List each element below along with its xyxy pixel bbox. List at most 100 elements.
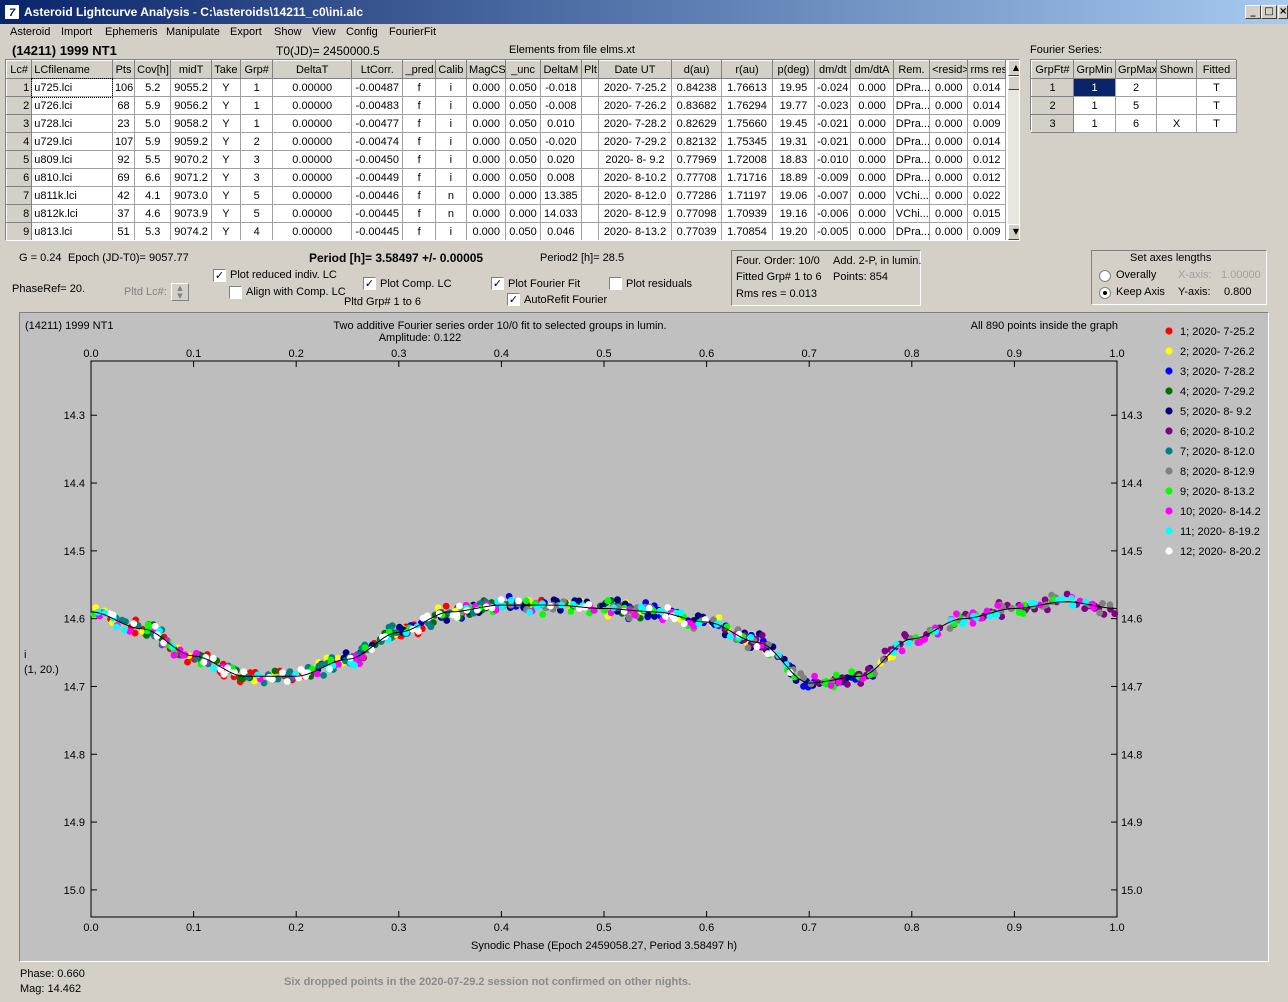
table-cell[interactable]: u812k.lci <box>31 204 113 223</box>
table-cell[interactable]: 0.050 <box>505 168 541 187</box>
table-cell[interactable]: 2020- 7-26.2 <box>598 96 672 115</box>
lightcurve-table-scrollbar[interactable]: ▲ ▼ <box>1008 60 1019 240</box>
table-cell[interactable]: 1 <box>6 78 33 97</box>
table-cell[interactable]: -0.00446 <box>351 186 404 205</box>
table-cell[interactable]: 0.000 <box>466 186 507 205</box>
table-cell[interactable]: VChi... <box>892 186 931 205</box>
table-cell[interactable]: T <box>1196 96 1237 115</box>
table-cell[interactable]: 0.00000 <box>272 114 353 133</box>
table-cell[interactable]: f <box>402 222 436 240</box>
menu-view[interactable]: View <box>312 26 336 38</box>
table-cell[interactable]: DPra... <box>892 132 931 151</box>
table-cell[interactable]: -0.007 <box>814 186 852 205</box>
table-cell[interactable]: 5 <box>6 150 33 169</box>
lc-column-header[interactable]: _unc <box>505 60 541 79</box>
table-cell[interactable] <box>581 168 600 187</box>
table-row[interactable]: 8 u812k.lci 37 4.6 9073.9 Y 5 0.00000 -0.00445 f n… <box>6 204 1006 223</box>
table-cell[interactable]: 19.06 <box>771 186 816 205</box>
table-cell[interactable]: 8 <box>6 204 33 223</box>
table-cell[interactable]: 0.82629 <box>670 114 723 133</box>
table-cell[interactable]: 2020- 8-12.0 <box>598 186 672 205</box>
table-cell[interactable]: 19.77 <box>771 96 816 115</box>
table-cell[interactable]: 0.000 <box>929 114 969 133</box>
table-cell[interactable]: 2 <box>1115 78 1157 97</box>
table-cell[interactable]: 19.95 <box>771 78 816 97</box>
fourier-series-table[interactable]: GrpFt# GrpMin GrpMax Shown Fitted 112T215T31… <box>1030 59 1237 133</box>
align-comp-checkbox[interactable] <box>229 286 242 299</box>
lc-column-header[interactable]: Date UT <box>598 60 672 79</box>
table-row[interactable]: 316XT <box>1031 114 1237 133</box>
table-cell[interactable]: 4.1 <box>134 186 172 205</box>
fourier-column-header[interactable]: Fitted <box>1196 60 1237 79</box>
table-cell[interactable]: 3 <box>1031 114 1074 133</box>
table-cell[interactable]: 0.000 <box>466 114 507 133</box>
table-cell[interactable] <box>1156 78 1197 97</box>
table-cell[interactable]: u813.lci <box>31 222 113 240</box>
table-cell[interactable]: 0.000 <box>929 222 969 240</box>
table-cell[interactable]: 1 <box>1073 96 1116 115</box>
table-cell[interactable]: 0.00000 <box>272 222 353 240</box>
table-cell[interactable]: 0.000 <box>929 132 969 151</box>
keep-axis-radio[interactable] <box>1099 287 1111 299</box>
table-cell[interactable]: -0.020 <box>539 132 583 151</box>
table-cell[interactable] <box>581 114 600 133</box>
table-cell[interactable] <box>581 96 600 115</box>
table-cell[interactable] <box>581 150 600 169</box>
table-cell[interactable]: VChi... <box>892 204 931 223</box>
plot-reduced-checkbox[interactable]: ✓ <box>213 269 226 282</box>
table-cell[interactable]: 0.000 <box>466 132 507 151</box>
table-cell[interactable]: 0.009 <box>967 114 1006 133</box>
table-cell[interactable]: 0.046 <box>539 222 583 240</box>
table-cell[interactable] <box>581 78 600 97</box>
table-cell[interactable]: Y <box>210 78 242 97</box>
table-cell[interactable]: DPra... <box>892 114 931 133</box>
pltd-lc-spinner[interactable]: ▲ ▼ <box>171 283 189 301</box>
table-cell[interactable]: 0.008 <box>539 168 583 187</box>
table-cell[interactable]: 0.000 <box>850 168 894 187</box>
table-cell[interactable]: -0.00449 <box>351 168 404 187</box>
lc-column-header[interactable]: Plt <box>581 60 600 79</box>
table-cell[interactable]: 2 <box>240 132 274 151</box>
table-cell[interactable]: 0.000 <box>466 204 507 223</box>
lc-column-header[interactable]: rms res <box>967 60 1006 79</box>
table-cell[interactable]: 0.014 <box>967 96 1006 115</box>
menu-asteroid[interactable]: Asteroid <box>10 26 50 38</box>
fourier-column-header[interactable]: GrpMin <box>1073 60 1116 79</box>
lc-column-header[interactable]: dm/dtA <box>850 60 894 79</box>
table-cell[interactable]: 1.71197 <box>721 186 773 205</box>
y-axis-value[interactable]: 0.800 <box>1224 286 1252 298</box>
table-row[interactable]: 3 u728.lci 23 5.0 9058.2 Y 1 0.00000 -0.00477 f i 0… <box>6 114 1006 133</box>
table-cell[interactable]: Y <box>210 96 242 115</box>
lc-column-header[interactable]: Pts <box>111 60 136 79</box>
table-cell[interactable]: 37 <box>111 204 136 223</box>
table-cell[interactable]: 0.000 <box>850 150 894 169</box>
plot-residuals-checkbox[interactable] <box>609 277 622 290</box>
table-cell[interactable]: 1.75345 <box>721 132 773 151</box>
table-cell[interactable]: 5.5 <box>134 150 172 169</box>
table-cell[interactable]: f <box>402 204 436 223</box>
table-cell[interactable]: 7 <box>6 186 33 205</box>
lightcurve-plot-panel[interactable]: 0.0 0.0 0.1 0.1 0.2 0.2 0.3 0.3 0.4 0.4 0.5 0.5 0.6 0… <box>19 312 1269 962</box>
table-cell[interactable]: u811k.lci <box>31 186 113 205</box>
table-cell[interactable]: 0.050 <box>505 150 541 169</box>
lc-column-header[interactable]: Lc# <box>6 60 33 79</box>
table-cell[interactable]: 2020- 8-12.9 <box>598 204 672 223</box>
table-cell[interactable]: 69 <box>111 168 136 187</box>
table-cell[interactable]: -0.023 <box>814 96 852 115</box>
table-cell[interactable]: Y <box>210 150 242 169</box>
table-cell[interactable]: 0.014 <box>967 78 1006 97</box>
table-cell[interactable]: 1 <box>240 96 274 115</box>
table-cell[interactable]: u728.lci <box>31 114 113 133</box>
table-cell[interactable]: 107 <box>111 132 136 151</box>
table-cell[interactable]: 0.010 <box>539 114 583 133</box>
table-cell[interactable]: 0.83682 <box>670 96 723 115</box>
menu-config[interactable]: Config <box>346 26 378 38</box>
table-cell[interactable]: 42 <box>111 186 136 205</box>
table-cell[interactable]: 5.9 <box>134 96 172 115</box>
fourier-column-header[interactable]: GrpFt# <box>1031 60 1074 79</box>
table-cell[interactable]: i <box>434 78 468 97</box>
table-cell[interactable]: 0.000 <box>850 222 894 240</box>
table-cell[interactable]: 0.84238 <box>670 78 723 97</box>
table-cell[interactable]: 1.70939 <box>721 204 773 223</box>
minimize-button[interactable]: _ <box>1245 5 1261 19</box>
